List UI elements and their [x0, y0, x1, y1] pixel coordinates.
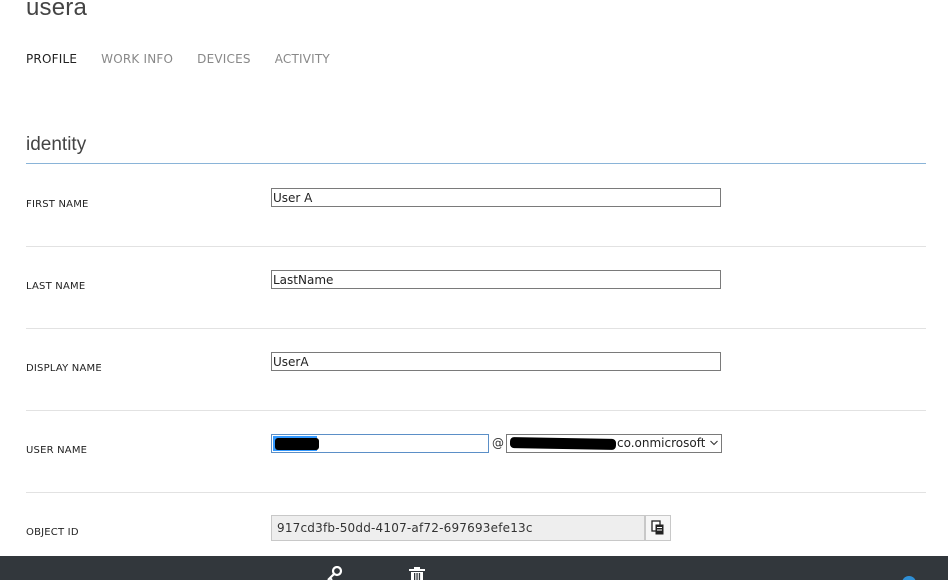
section-underline: [26, 163, 926, 164]
key-icon[interactable]: [325, 566, 345, 580]
section-heading-identity: identity: [26, 134, 87, 155]
row-divider: [26, 328, 926, 329]
display-name-label: DISPLAY NAME: [26, 363, 102, 374]
delete-icon[interactable]: [408, 567, 426, 580]
copy-icon: [651, 520, 664, 535]
command-bar: [0, 556, 948, 580]
last-name-field[interactable]: [271, 270, 721, 289]
tab-devices[interactable]: DEVICES: [197, 52, 251, 66]
user-name-label: USER NAME: [26, 445, 88, 456]
chevron-down-icon: [710, 440, 718, 446]
tab-activity[interactable]: ACTIVITY: [275, 52, 330, 66]
row-divider: [26, 492, 926, 493]
copy-object-id-button[interactable]: [645, 515, 671, 541]
tab-work-info[interactable]: WORK INFO: [101, 52, 173, 66]
row-divider: [26, 410, 926, 411]
page-title: usera: [26, 0, 88, 21]
redaction-mark: [275, 438, 319, 450]
profile-tabs: PROFILE WORK INFO DEVICES ACTIVITY: [26, 52, 354, 66]
first-name-label: FIRST NAME: [26, 199, 89, 210]
first-name-field[interactable]: [271, 188, 721, 207]
last-name-label: LAST NAME: [26, 281, 86, 292]
tab-profile[interactable]: PROFILE: [26, 52, 77, 66]
at-symbol: @: [492, 436, 504, 450]
object-id-value: 917cd3fb-50dd-4107-af72-697693efe13c: [271, 515, 645, 541]
redaction-mark: [509, 437, 617, 450]
display-name-field[interactable]: [271, 352, 721, 371]
user-name-field[interactable]: [271, 434, 489, 453]
user-profile-page: usera PROFILE WORK INFO DEVICES ACTIVITY…: [0, 0, 948, 580]
domain-select[interactable]: co.onmicrosoft.c: [506, 434, 722, 453]
object-id-label: OBJECT ID: [26, 527, 79, 538]
row-divider: [26, 246, 926, 247]
